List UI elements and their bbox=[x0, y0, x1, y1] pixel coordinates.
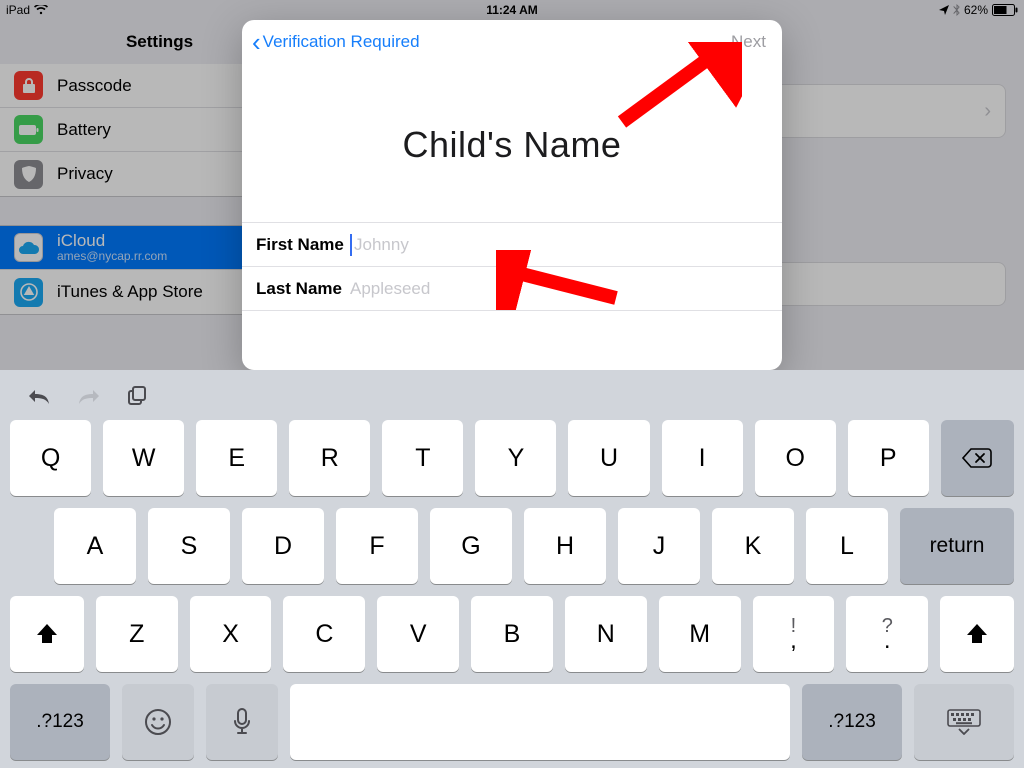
key-q[interactable]: Q bbox=[10, 420, 91, 496]
annotation-arrow-firstname bbox=[496, 250, 636, 310]
key-b[interactable]: B bbox=[471, 596, 553, 672]
annotation-arrow-next bbox=[602, 42, 742, 132]
key-z[interactable]: Z bbox=[96, 596, 178, 672]
key-shift-right[interactable] bbox=[940, 596, 1014, 672]
key-s[interactable]: S bbox=[148, 508, 230, 584]
key-v[interactable]: V bbox=[377, 596, 459, 672]
key-k[interactable]: K bbox=[712, 508, 794, 584]
text-cursor bbox=[350, 234, 352, 256]
redo-icon bbox=[76, 387, 102, 405]
key-p[interactable]: P bbox=[848, 420, 929, 496]
key-numbers-left[interactable]: .?123 bbox=[10, 684, 110, 760]
key-m[interactable]: M bbox=[659, 596, 741, 672]
keyboard-toolbar bbox=[6, 380, 1018, 420]
key-w[interactable]: W bbox=[103, 420, 184, 496]
key-i[interactable]: I bbox=[662, 420, 743, 496]
key-numbers-right[interactable]: .?123 bbox=[802, 684, 902, 760]
key-c[interactable]: C bbox=[283, 596, 365, 672]
key-h[interactable]: H bbox=[524, 508, 606, 584]
key-dictation[interactable] bbox=[206, 684, 278, 760]
key-space[interactable] bbox=[290, 684, 790, 760]
undo-icon[interactable] bbox=[26, 387, 52, 405]
last-name-label: Last Name bbox=[256, 279, 350, 299]
key-j[interactable]: J bbox=[618, 508, 700, 584]
key-e[interactable]: E bbox=[196, 420, 277, 496]
key-x[interactable]: X bbox=[190, 596, 272, 672]
clipboard-icon[interactable] bbox=[126, 385, 148, 407]
back-button[interactable]: ‹ Verification Required bbox=[252, 32, 420, 52]
key-a[interactable]: A bbox=[54, 508, 136, 584]
key-y[interactable]: Y bbox=[475, 420, 556, 496]
key-period[interactable]: ?. bbox=[846, 596, 928, 672]
key-comma[interactable]: !, bbox=[753, 596, 835, 672]
key-o[interactable]: O bbox=[755, 420, 836, 496]
key-l[interactable]: L bbox=[806, 508, 888, 584]
onscreen-keyboard: QWERTYUIOP ASDFGHJKL return ZXCVBNM!,?. … bbox=[0, 370, 1024, 768]
key-u[interactable]: U bbox=[568, 420, 649, 496]
key-return[interactable]: return bbox=[900, 508, 1014, 584]
key-f[interactable]: F bbox=[336, 508, 418, 584]
key-g[interactable]: G bbox=[430, 508, 512, 584]
key-hide-keyboard[interactable] bbox=[914, 684, 1014, 760]
key-d[interactable]: D bbox=[242, 508, 324, 584]
key-t[interactable]: T bbox=[382, 420, 463, 496]
back-label: Verification Required bbox=[263, 32, 420, 52]
first-name-label: First Name bbox=[256, 235, 350, 255]
key-shift-left[interactable] bbox=[10, 596, 84, 672]
key-r[interactable]: R bbox=[289, 420, 370, 496]
key-backspace[interactable] bbox=[941, 420, 1014, 496]
key-n[interactable]: N bbox=[565, 596, 647, 672]
key-emoji[interactable] bbox=[122, 684, 194, 760]
